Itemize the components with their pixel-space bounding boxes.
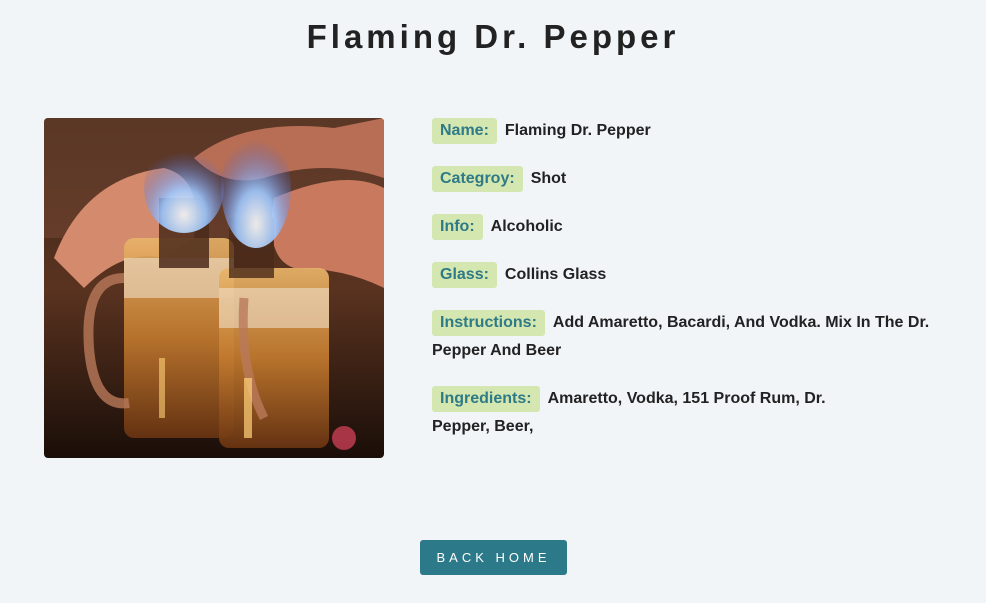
drink-photo — [44, 118, 384, 458]
info-label: Info: — [432, 214, 483, 240]
page-title: Flaming Dr. Pepper — [306, 18, 680, 55]
glass-value: Collins Glass — [504, 266, 607, 283]
name-value: Flaming Dr. Pepper — [504, 122, 651, 139]
name-row: Name: Flaming Dr. Pepper — [432, 117, 952, 145]
category-label: Categroy: — [432, 166, 523, 192]
category-row: Categroy: Shot — [432, 165, 952, 193]
category-value: Shot — [530, 170, 567, 187]
drink-details: Name: Flaming Dr. Pepper Categroy: Shot In… — [432, 117, 952, 461]
glass-label: Glass: — [432, 262, 497, 288]
instructions-label: Instructions: — [432, 310, 545, 336]
glass-row: Glass: Collins Glass — [432, 261, 952, 289]
ingredients-label: Ingredients: — [432, 386, 540, 412]
info-row: Info: Alcoholic — [432, 213, 952, 241]
info-value: Alcoholic — [490, 218, 563, 235]
name-label: Name: — [432, 118, 497, 144]
instructions-row: Instructions: Add Amaretto, Bacardi, And … — [432, 309, 952, 365]
ingredients-row: Ingredients: Amaretto, Vodka, 151 Proof R… — [432, 385, 862, 441]
back-home-button[interactable]: Back Home — [420, 540, 567, 575]
